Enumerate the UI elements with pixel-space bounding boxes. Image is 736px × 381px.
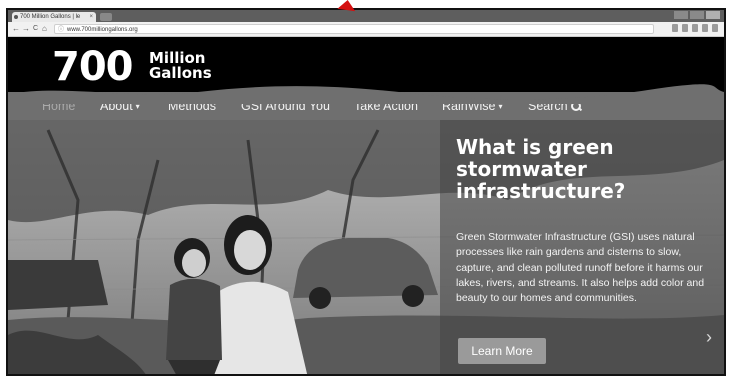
header-wave bbox=[8, 84, 724, 104]
browser-toolbar: ← → C ⌂ ⓘ www.700milliongallons.org bbox=[8, 22, 724, 37]
url-text: www.700milliongallons.org bbox=[67, 27, 138, 33]
hero-body: Green Stormwater Infrastructure (GSI) us… bbox=[456, 231, 705, 305]
bookmark-star-icon[interactable] bbox=[682, 24, 688, 32]
close-icon[interactable]: × bbox=[89, 12, 93, 22]
window-controls bbox=[674, 11, 720, 21]
browser-tab[interactable]: 700 Million Gallons | le × bbox=[12, 12, 96, 22]
home-icon[interactable]: ⌂ bbox=[42, 24, 47, 34]
back-arrow-icon[interactable]: ← bbox=[12, 24, 20, 34]
hero-heading: What is green stormwater infrastructure? bbox=[456, 135, 626, 203]
extension-icon[interactable] bbox=[692, 24, 698, 32]
info-icon[interactable]: ⓘ bbox=[58, 25, 64, 35]
new-tab-button[interactable] bbox=[100, 13, 112, 21]
maximize-button[interactable] bbox=[690, 11, 704, 19]
learn-more-button[interactable]: Learn More bbox=[458, 338, 546, 364]
next-slide-icon[interactable]: › bbox=[706, 328, 712, 346]
tab-title: 700 Million Gallons | le bbox=[20, 14, 81, 20]
minimize-button[interactable] bbox=[674, 11, 688, 19]
logo-text[interactable]: Million Gallons bbox=[149, 51, 212, 81]
forward-arrow-icon[interactable]: → bbox=[22, 24, 30, 34]
window-close-button[interactable] bbox=[706, 11, 720, 19]
extension-icons bbox=[672, 24, 718, 32]
tab-strip: 700 Million Gallons | le × bbox=[8, 10, 724, 22]
favicon-icon bbox=[14, 15, 18, 19]
logo-line-2: Gallons bbox=[149, 64, 212, 82]
reload-icon[interactable]: C bbox=[33, 24, 38, 34]
extension-icon[interactable] bbox=[702, 24, 708, 32]
address-bar[interactable]: ⓘ www.700milliongallons.org bbox=[54, 24, 654, 34]
zoom-icon[interactable] bbox=[672, 24, 678, 32]
menu-icon[interactable] bbox=[712, 24, 718, 32]
browser-window: 700 Million Gallons | le × ← → C ⌂ ⓘ www… bbox=[6, 8, 726, 376]
